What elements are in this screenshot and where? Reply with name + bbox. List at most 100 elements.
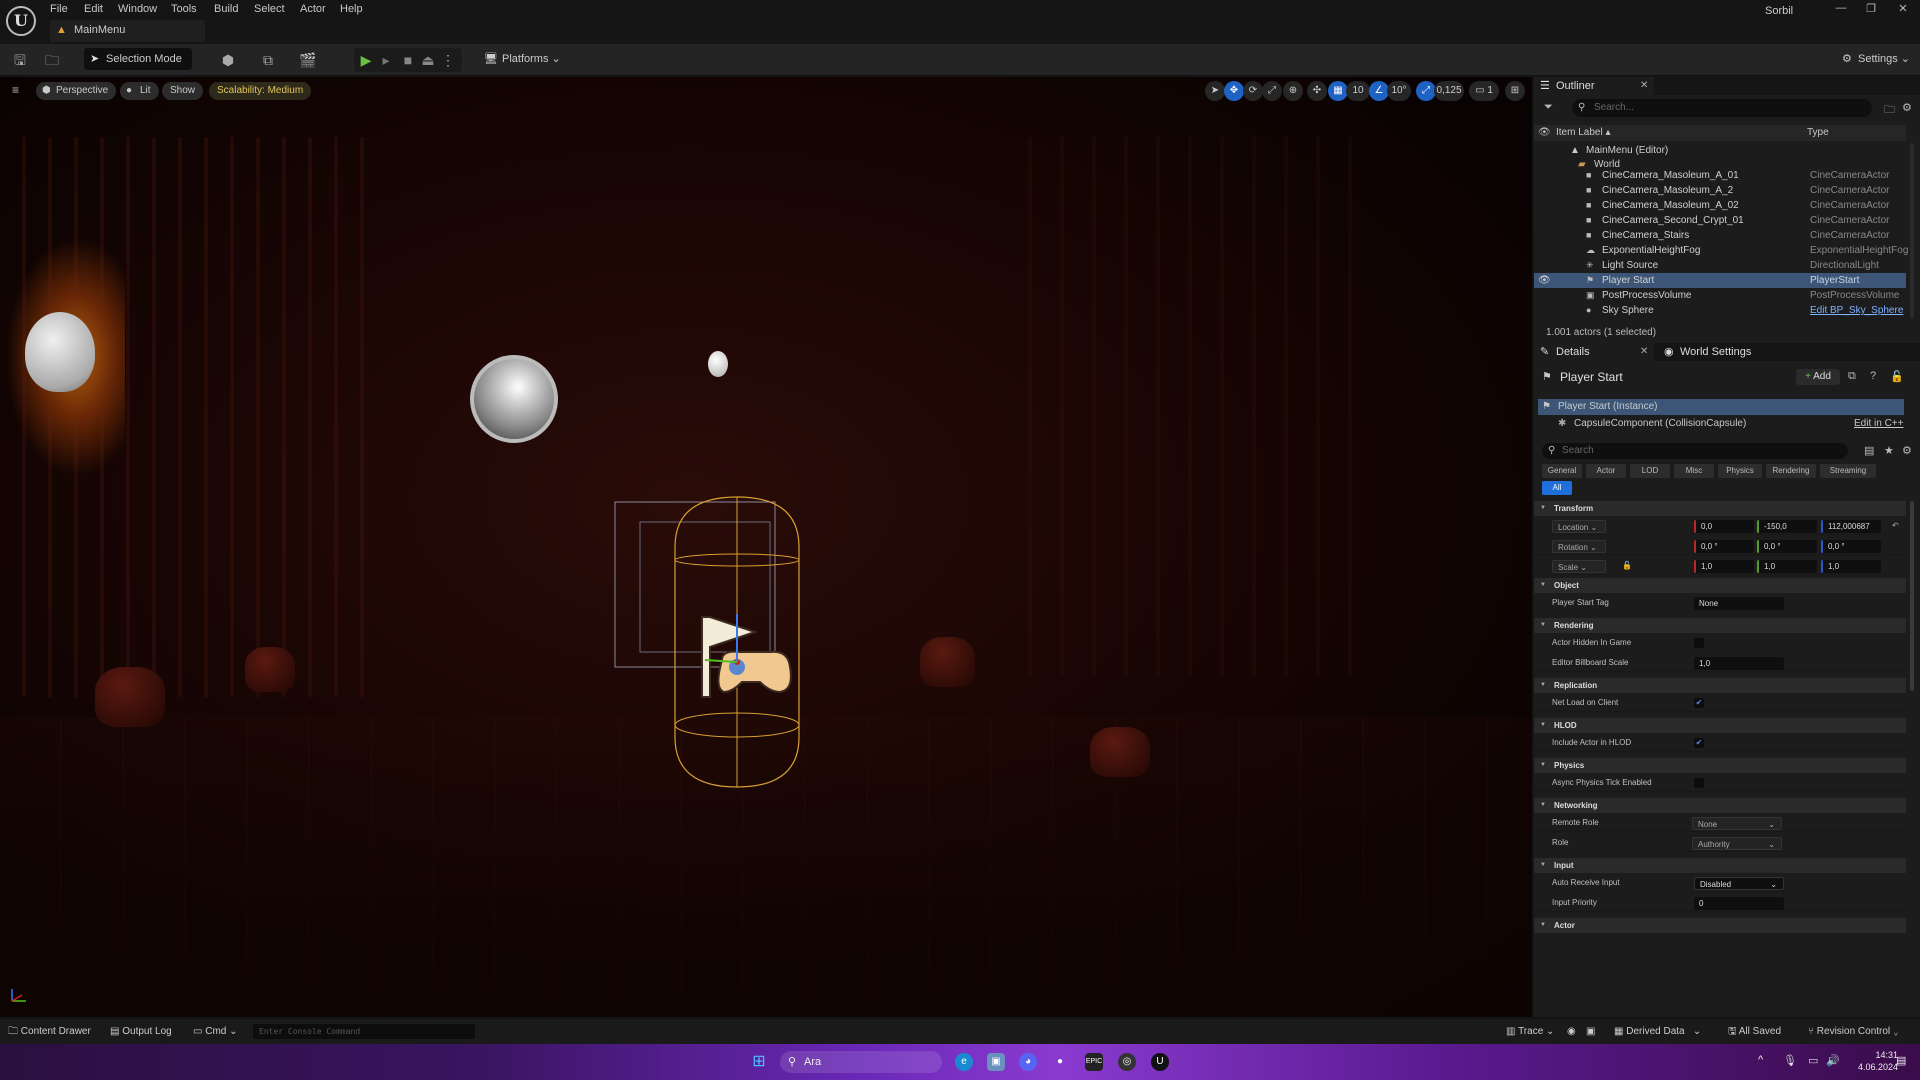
rotation-snap-icon[interactable]: ∠: [1369, 81, 1389, 101]
outliner-root[interactable]: ▲ MainMenu (Editor): [1534, 143, 1906, 158]
discord-icon[interactable]: ◕: [1019, 1053, 1037, 1071]
category-lod[interactable]: LOD: [1630, 464, 1670, 478]
category-general[interactable]: General: [1542, 464, 1582, 478]
edge-icon[interactable]: e: [955, 1053, 973, 1071]
details-scrollbar[interactable]: [1910, 501, 1914, 691]
cinematics-icon[interactable]: 🎬: [298, 50, 318, 70]
role-dropdown[interactable]: Authority ⌄: [1692, 837, 1782, 850]
play-icon[interactable]: ▶: [356, 50, 376, 70]
derived-data-dropdown[interactable]: ▦ Derived Data ⌄: [1614, 1024, 1701, 1040]
rotation-snap-value[interactable]: 10°: [1387, 81, 1411, 101]
viewport-layout-icon[interactable]: ⊞: [1505, 81, 1525, 101]
point-light-icon[interactable]: [25, 312, 95, 392]
scale-y-field[interactable]: 1,0: [1757, 560, 1817, 573]
epic-games-icon[interactable]: EPIC: [1085, 1053, 1103, 1071]
level-tab[interactable]: ▲ MainMenu: [50, 20, 205, 42]
type-header[interactable]: Type: [1807, 125, 1829, 141]
menu-tools[interactable]: Tools: [171, 3, 197, 15]
menu-select[interactable]: Select: [254, 3, 285, 15]
restore-button[interactable]: ❐: [1856, 2, 1886, 18]
rotation-y-field[interactable]: 0,0 °: [1757, 540, 1817, 553]
snapshot-icon[interactable]: ▣: [1586, 1024, 1595, 1040]
scalability-warning[interactable]: Scalability: Medium: [209, 82, 312, 100]
reset-icon[interactable]: ↶: [1892, 517, 1899, 535]
component-row-instance[interactable]: ⚑ Player Start (Instance): [1538, 399, 1904, 415]
sky-sphere-icon[interactable]: [470, 355, 558, 443]
location-z-field[interactable]: 112,000687: [1821, 520, 1881, 533]
show-dropdown[interactable]: Show: [162, 82, 204, 100]
perspective-dropdown[interactable]: ⬢ Perspective: [36, 82, 117, 100]
taskbar-clock[interactable]: 14:31 4.06.2024: [1858, 1049, 1898, 1073]
outliner-row[interactable]: ■ CineCamera_Stairs CineCameraActor: [1534, 228, 1906, 243]
close-button[interactable]: ✕: [1888, 2, 1918, 18]
output-log-button[interactable]: ▤ Output Log: [110, 1024, 172, 1040]
outliner-row[interactable]: ● Sky Sphere Edit BP_Sky_Sphere: [1534, 303, 1906, 318]
rotate-tool-icon[interactable]: ⟳: [1243, 81, 1263, 101]
browse-icon[interactable]: 🗀: [42, 50, 62, 70]
add-component-button[interactable]: + Add: [1796, 369, 1840, 385]
category-streaming[interactable]: Streaming: [1820, 464, 1876, 478]
select-tool-icon[interactable]: ➤: [1205, 81, 1225, 101]
menu-help[interactable]: Help: [340, 3, 363, 15]
menu-edit[interactable]: Edit: [84, 3, 103, 15]
component-row-capsule[interactable]: ✱ CapsuleComponent (CollisionCapsule) Ed…: [1538, 416, 1904, 432]
menu-window[interactable]: Window: [118, 3, 157, 15]
include-hlod-checkbox[interactable]: ✔: [1694, 738, 1704, 748]
grid-snap-icon[interactable]: ▦: [1328, 81, 1348, 101]
taskbar-search[interactable]: ⚲ Ara: [780, 1051, 942, 1073]
tray-chevron-icon[interactable]: ^: [1758, 1054, 1763, 1066]
outliner-row[interactable]: ☁ ExponentialHeightFog ExponentialHeightFo…: [1534, 243, 1908, 258]
selection-mode-dropdown[interactable]: ➤ Selection Mode ⌄: [84, 48, 192, 87]
auto-receive-input-dropdown[interactable]: Disabled ⌄: [1694, 877, 1784, 890]
outliner-row[interactable]: ✳ Light Source DirectionalLight: [1534, 258, 1906, 273]
billboard-scale-field[interactable]: 1,0: [1694, 657, 1784, 670]
category-actor[interactable]: Actor: [1586, 464, 1626, 478]
github-icon[interactable]: ●: [1051, 1053, 1069, 1071]
section-transform[interactable]: Transform: [1534, 501, 1906, 516]
revision-control-dropdown[interactable]: ⑂ Revision Control ⌄: [1808, 1024, 1899, 1040]
eject-icon[interactable]: ⏏: [418, 50, 438, 70]
stop-icon[interactable]: ■: [398, 50, 418, 70]
player-start-tag-field[interactable]: None: [1694, 597, 1784, 610]
settings-dropdown[interactable]: ⚙ Settings ⌄: [1842, 48, 1910, 70]
blueprint-icon[interactable]: ⧉: [1848, 370, 1856, 383]
property-matrix-icon[interactable]: ▤: [1864, 444, 1874, 457]
rotation-dropdown[interactable]: Rotation ⌄: [1552, 540, 1606, 553]
item-label-header[interactable]: Item Label ▴: [1556, 125, 1611, 141]
outliner-row-selected[interactable]: 👁 ⚑ Player Start PlayerStart: [1534, 273, 1906, 288]
minimize-button[interactable]: —: [1826, 2, 1856, 18]
section-networking[interactable]: Networking: [1534, 798, 1906, 813]
tab-outliner[interactable]: ☰ Outliner ✕: [1534, 77, 1654, 95]
outliner-search-input[interactable]: ⚲ Search...: [1572, 99, 1872, 117]
obs-icon[interactable]: ◎: [1118, 1053, 1136, 1071]
menu-build[interactable]: Build: [214, 3, 238, 15]
help-icon[interactable]: ?: [1870, 370, 1876, 382]
volume-icon[interactable]: 🔊: [1826, 1054, 1840, 1067]
scale-tool-icon[interactable]: ⤢: [1262, 81, 1282, 101]
location-dropdown[interactable]: Location ⌄: [1552, 520, 1606, 533]
edit-blueprint-link[interactable]: Edit BP_Sky_Sphere: [1810, 303, 1903, 318]
photos-icon[interactable]: ▣: [987, 1053, 1005, 1071]
unreal-engine-icon[interactable]: U: [1151, 1053, 1169, 1071]
outliner-row[interactable]: ▣ PostProcessVolume PostProcessVolume: [1534, 288, 1906, 303]
network-icon[interactable]: ▭: [1808, 1054, 1818, 1067]
close-tab-icon[interactable]: ✕: [1640, 77, 1648, 95]
outliner-row[interactable]: ■ CineCamera_Masoleum_A_02 CineCameraActor: [1534, 198, 1906, 213]
move-tool-icon[interactable]: ✥: [1224, 81, 1244, 101]
save-icon[interactable]: 🖫: [10, 50, 30, 70]
remote-role-dropdown[interactable]: None ⌄: [1692, 817, 1782, 830]
player-start-gizmo[interactable]: [610, 492, 820, 792]
details-search-input[interactable]: ⚲ Search: [1542, 443, 1848, 459]
section-hlod[interactable]: HLOD: [1534, 718, 1906, 733]
section-physics[interactable]: Physics: [1534, 758, 1906, 773]
category-misc[interactable]: Misc: [1674, 464, 1714, 478]
outliner-scrollbar[interactable]: [1910, 143, 1914, 319]
world-space-icon[interactable]: ⊕: [1283, 81, 1303, 101]
content-drawer-button[interactable]: 🗀 Content Drawer: [8, 1024, 91, 1040]
scale-snap-icon[interactable]: ⤢: [1416, 81, 1436, 101]
section-actor[interactable]: Actor: [1534, 918, 1906, 933]
cmd-dropdown[interactable]: ▭ Cmd ⌄: [193, 1024, 238, 1040]
rotation-x-field[interactable]: 0,0 °: [1694, 540, 1754, 553]
net-load-checkbox[interactable]: ✔: [1694, 698, 1704, 708]
favorites-icon[interactable]: ★: [1884, 444, 1894, 457]
